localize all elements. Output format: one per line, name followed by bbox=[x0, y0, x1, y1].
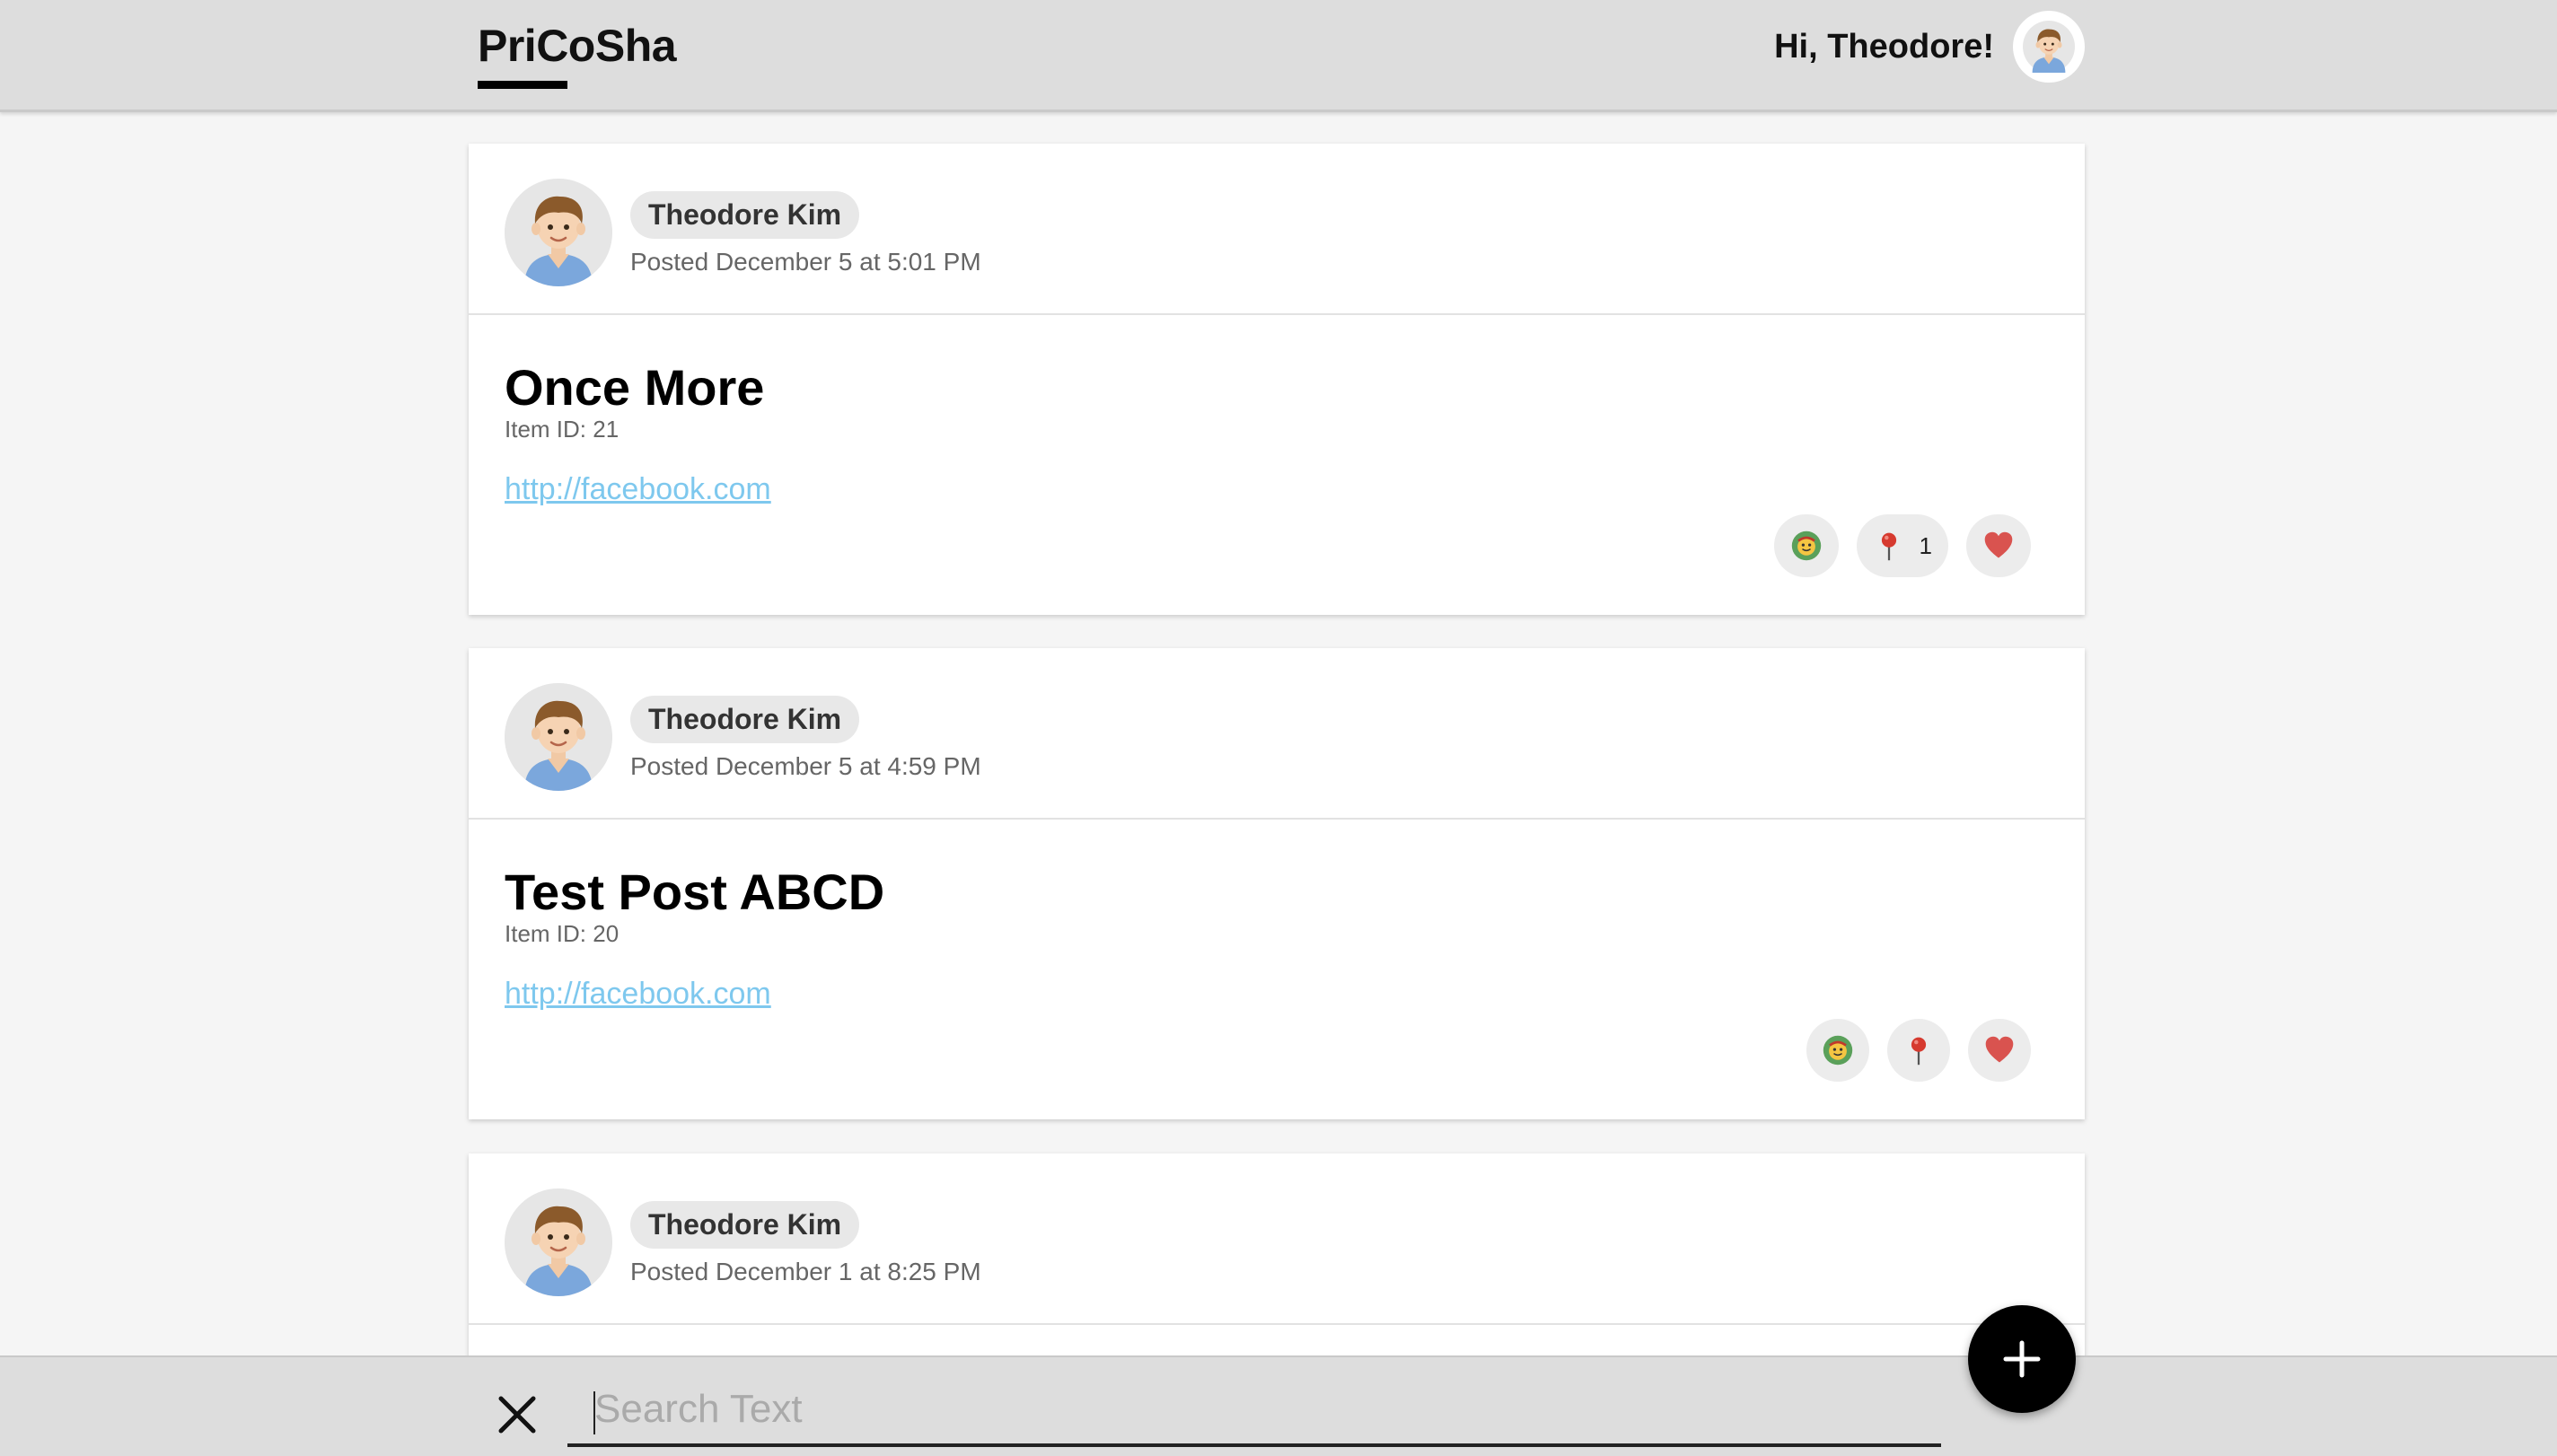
post-link[interactable]: http://facebook.com bbox=[505, 472, 771, 507]
post-card: Theodore Kim Posted December 5 at 4:59 P… bbox=[469, 648, 2085, 1119]
close-icon bbox=[498, 1396, 536, 1434]
post-link[interactable]: http://facebook.com bbox=[505, 977, 771, 1012]
pin-icon bbox=[1902, 1034, 1935, 1066]
post-timestamp: Posted December 5 at 4:59 PM bbox=[630, 752, 981, 780]
post-title: Test Post ABCD bbox=[505, 864, 885, 920]
author-name[interactable]: Theodore Kim bbox=[630, 191, 860, 239]
post-header: Theodore Kim Posted December 5 at 4:59 P… bbox=[469, 648, 2085, 820]
pin-icon bbox=[1873, 530, 1905, 562]
top-app-bar: PriCoSha Hi, Theodore! bbox=[0, 0, 2557, 112]
post-title: Once More bbox=[505, 359, 765, 416]
close-search-button[interactable] bbox=[492, 1390, 542, 1440]
post-timestamp: Posted December 5 at 5:01 PM bbox=[630, 248, 981, 276]
post-body: Test Post ABCD Item ID: 20 http://facebo… bbox=[469, 820, 2085, 1116]
item-id: Item ID: 21 bbox=[505, 416, 619, 443]
face-icon bbox=[1822, 1034, 1854, 1066]
author-avatar-icon[interactable] bbox=[505, 179, 612, 286]
tag-count: 1 bbox=[1919, 531, 1932, 559]
plus-icon bbox=[2003, 1340, 2041, 1378]
tag-pin-button[interactable] bbox=[1887, 1019, 1950, 1082]
author-name[interactable]: Theodore Kim bbox=[630, 696, 860, 743]
search-input[interactable] bbox=[567, 1375, 1941, 1447]
post-header: Theodore Kim Posted December 5 at 5:01 P… bbox=[469, 144, 2085, 315]
author-avatar-icon[interactable] bbox=[505, 1188, 612, 1296]
tag-person-button[interactable] bbox=[1806, 1019, 1869, 1082]
author-avatar-icon[interactable] bbox=[505, 683, 612, 791]
add-post-button[interactable] bbox=[1968, 1305, 2076, 1413]
face-icon bbox=[1790, 530, 1823, 562]
post-timestamp: Posted December 1 at 8:25 PM bbox=[630, 1258, 981, 1285]
search-bar bbox=[0, 1355, 2557, 1456]
like-button[interactable] bbox=[1968, 1019, 2031, 1082]
post-actions bbox=[1806, 1019, 2031, 1082]
post-header: Theodore Kim Posted December 1 at 8:25 P… bbox=[469, 1153, 2085, 1325]
heart-icon bbox=[1983, 1034, 2016, 1066]
like-button[interactable] bbox=[1966, 514, 2031, 577]
brand-active-indicator bbox=[478, 81, 567, 89]
heart-icon bbox=[1982, 530, 2015, 562]
user-greeting: Hi, Theodore! bbox=[1774, 28, 1994, 66]
text-caret bbox=[593, 1391, 595, 1434]
post-card: Theodore Kim Posted December 5 at 5:01 P… bbox=[469, 144, 2085, 615]
post-actions: 1 bbox=[1773, 514, 2031, 577]
post-body: Once More Item ID: 21 http://facebook.co… bbox=[469, 315, 2085, 611]
user-avatar-icon[interactable] bbox=[2013, 11, 2085, 83]
tag-person-button[interactable] bbox=[1773, 514, 1839, 577]
tag-pin-button[interactable]: 1 bbox=[1856, 514, 1948, 577]
app-brand[interactable]: PriCoSha bbox=[478, 20, 677, 72]
item-id: Item ID: 20 bbox=[505, 920, 619, 947]
author-name[interactable]: Theodore Kim bbox=[630, 1201, 860, 1249]
